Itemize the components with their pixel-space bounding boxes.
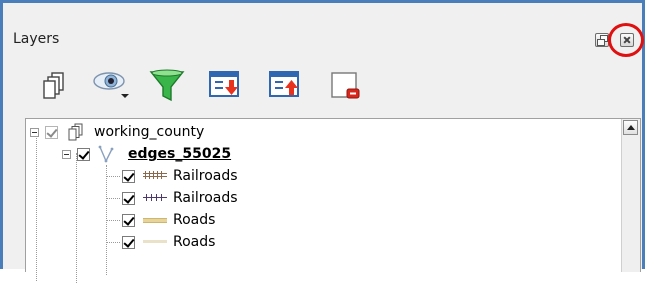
tree-row-layer[interactable]: edges_55025: [62, 143, 231, 165]
group-label: working_county: [94, 124, 205, 140]
layer-expander[interactable]: [62, 149, 71, 159]
highlight-circle: [608, 23, 644, 57]
layer-tree[interactable]: working_county edges_55025 Railroads Rai…: [25, 118, 641, 283]
class-checkbox[interactable]: [122, 191, 135, 205]
class-label: Roads: [173, 212, 216, 228]
float-panel-button[interactable]: [595, 33, 609, 47]
road-symbol-icon: [143, 237, 167, 247]
add-group-icon[interactable]: [37, 67, 77, 107]
group-icon: [66, 123, 86, 141]
tree-row-class[interactable]: Roads: [122, 231, 215, 253]
class-checkbox[interactable]: [122, 213, 135, 227]
class-label: Railroads: [173, 168, 238, 184]
group-expander[interactable]: [30, 127, 39, 137]
expand-all-icon[interactable]: [207, 67, 247, 107]
scroll-up-button[interactable]: [623, 120, 638, 135]
layers-panel: Layers working_county edges_55025 Railro…: [0, 0, 645, 283]
class-label: Roads: [173, 234, 216, 250]
panel-title: Layers: [13, 31, 60, 47]
layer-checkbox[interactable]: [77, 147, 90, 161]
tree-row-class[interactable]: Roads: [122, 209, 215, 231]
group-checkbox[interactable]: [45, 125, 58, 139]
tree-row-class[interactable]: Railroads: [122, 165, 238, 187]
class-checkbox[interactable]: [122, 169, 135, 183]
road-symbol-icon: [143, 215, 167, 225]
class-label: Railroads: [173, 190, 238, 206]
tree-row-group[interactable]: working_county: [30, 121, 204, 143]
tree-row-class[interactable]: Railroads: [122, 187, 238, 209]
filter-legend-icon[interactable]: [148, 67, 188, 107]
line-layer-icon: [98, 145, 120, 163]
layer-label: edges_55025: [128, 146, 232, 162]
collapse-all-icon[interactable]: [267, 67, 307, 107]
class-checkbox[interactable]: [122, 235, 135, 249]
remove-layer-icon[interactable]: [326, 67, 366, 107]
manage-visibility-icon[interactable]: [91, 67, 139, 107]
vertical-scrollbar[interactable]: [621, 119, 640, 272]
railroad-symbol-icon: [143, 171, 167, 181]
railroad-symbol-icon: [143, 193, 167, 203]
